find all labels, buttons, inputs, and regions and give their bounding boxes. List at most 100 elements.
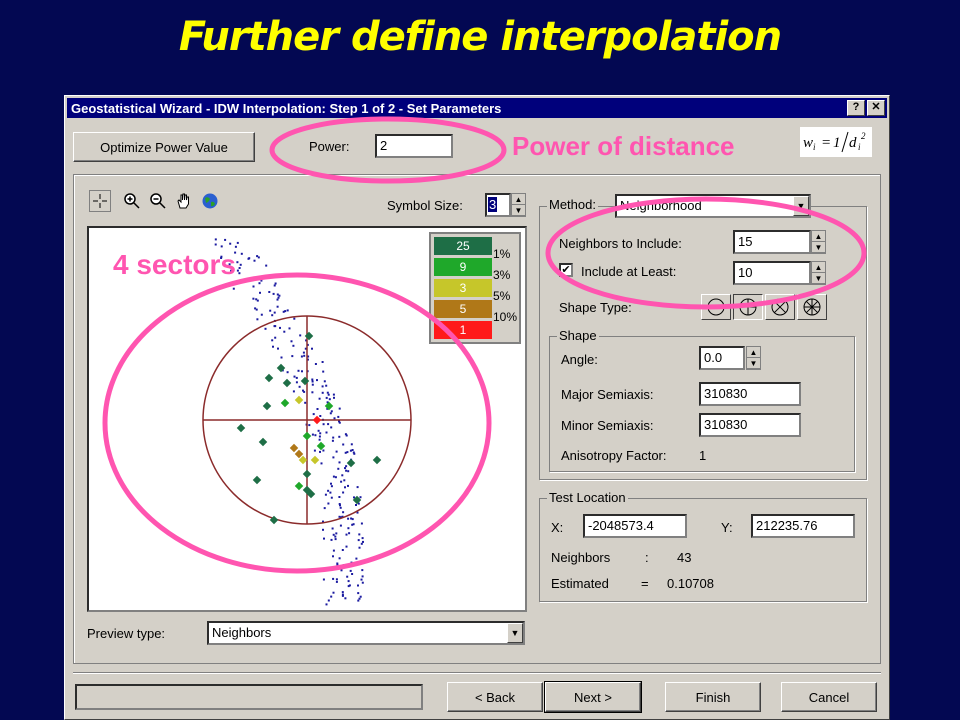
close-button[interactable]: ✕ [867,100,885,116]
method-select[interactable]: Neighborhood ▼ [615,194,811,218]
sample-point [357,599,360,602]
sample-point [295,376,298,379]
neighbors-include-input[interactable]: 15 [733,230,811,254]
sectors-annotation: 4 sectors [113,249,236,280]
chevron-down-icon[interactable]: ▼ [793,196,809,216]
sample-point [236,241,239,244]
sample-point [358,533,361,536]
sample-point [349,449,352,452]
estimated-sep: = [641,576,649,591]
sample-point [322,578,325,581]
angle-spinner[interactable]: ▲ ▼ [746,346,761,370]
spin-up-icon[interactable]: ▲ [747,347,760,358]
major-semiaxis-input[interactable]: 310830 [699,382,801,406]
sample-point [264,327,267,330]
back-button[interactable]: < Back [447,682,543,712]
spin-up-icon[interactable]: ▲ [812,262,825,273]
estimated-label: Estimated [551,576,609,591]
chevron-down-icon[interactable]: ▼ [507,623,523,643]
shape-eight-sector-button[interactable] [797,294,827,320]
cancel-button[interactable]: Cancel [781,682,877,712]
sample-point [361,537,364,540]
sample-point [279,326,281,329]
neighbor-point [282,378,292,388]
zoom-in-icon[interactable] [121,190,143,212]
neighbors-include-label: Neighbors to Include: [559,236,682,251]
spin-down-icon[interactable]: ▼ [812,242,825,253]
sample-point [326,391,329,394]
sample-point [329,412,332,415]
zoom-out-icon[interactable] [147,190,169,212]
sample-point [272,345,274,348]
sample-point [316,379,318,382]
spin-down-icon[interactable]: ▼ [812,273,825,284]
shape-four-sector-button[interactable] [733,294,763,320]
shape-circle-button[interactable] [701,294,731,320]
finish-button[interactable]: Finish [665,682,761,712]
neighbors-count-value: 43 [677,550,692,565]
spin-up-icon[interactable]: ▲ [512,194,525,205]
sample-point [319,432,322,435]
shape-group-title: Shape [557,328,599,343]
sample-point [347,484,349,487]
x-input[interactable]: -2048573.4 [583,514,687,538]
preview-type-select[interactable]: Neighbors ▼ [207,621,525,645]
sample-point [347,470,350,473]
neighbors-include-spinner[interactable]: ▲ ▼ [811,230,826,254]
include-checkbox[interactable]: ✔ [559,263,573,277]
x-label: X: [551,520,564,535]
sample-point [311,347,313,350]
angle-input[interactable]: 0.0 [699,346,745,370]
svg-text:=: = [821,135,831,151]
sample-point [337,415,340,418]
sample-point [332,475,335,478]
spin-down-icon[interactable]: ▼ [747,358,760,369]
sample-point [341,591,344,594]
sample-point [346,575,349,578]
sample-point [332,533,335,536]
legend-swatch: 3 [434,279,492,297]
sample-point [274,282,277,285]
crosshair-icon[interactable] [89,190,111,212]
sample-point [322,423,325,426]
preview-panel[interactable]: 25 1% 9 3% 3 5% 5 10% 1 [87,226,527,612]
symbol-size-spinner[interactable]: ▲ ▼ [511,193,526,217]
sample-point [358,597,361,600]
sample-point [311,391,314,394]
minor-semiaxis-input[interactable]: 310830 [699,413,801,437]
svg-text:1: 1 [833,135,841,151]
shape-four-sector-rotated-button[interactable] [765,294,795,320]
include-at-least-input[interactable]: 10 [733,261,811,285]
sample-point [239,263,242,266]
sample-point [330,485,333,488]
globe-icon[interactable] [199,190,221,212]
sample-point [321,385,324,388]
neighbor-point [302,431,312,441]
sample-point [359,496,362,499]
legend-swatch: 5 [434,300,492,318]
sample-point [238,272,241,275]
sample-point [274,336,277,339]
sample-point [341,549,344,551]
sample-point [311,383,314,386]
svg-text:d: d [849,135,857,151]
include-at-least-spinner[interactable]: ▲ ▼ [811,261,826,285]
optimize-power-button[interactable]: Optimize Power Value [73,132,255,162]
sample-point [346,451,349,454]
power-input[interactable]: 2 [375,134,453,158]
symbol-size-input[interactable]: 3 [485,193,511,217]
next-button[interactable]: Next > [544,681,642,713]
hand-pan-icon[interactable] [173,190,195,212]
spin-down-icon[interactable]: ▼ [512,205,525,216]
neighbors-count-label: Neighbors [551,550,611,565]
sample-point [361,581,364,584]
y-input[interactable]: 212235.76 [751,514,855,538]
help-button[interactable]: ? [847,100,865,116]
sample-point [256,318,259,321]
spin-up-icon[interactable]: ▲ [812,231,825,242]
preview-type-label: Preview type: [87,626,166,641]
sample-point [330,538,333,541]
sample-point [325,603,328,606]
sample-point [236,261,239,264]
sample-point [273,325,276,328]
